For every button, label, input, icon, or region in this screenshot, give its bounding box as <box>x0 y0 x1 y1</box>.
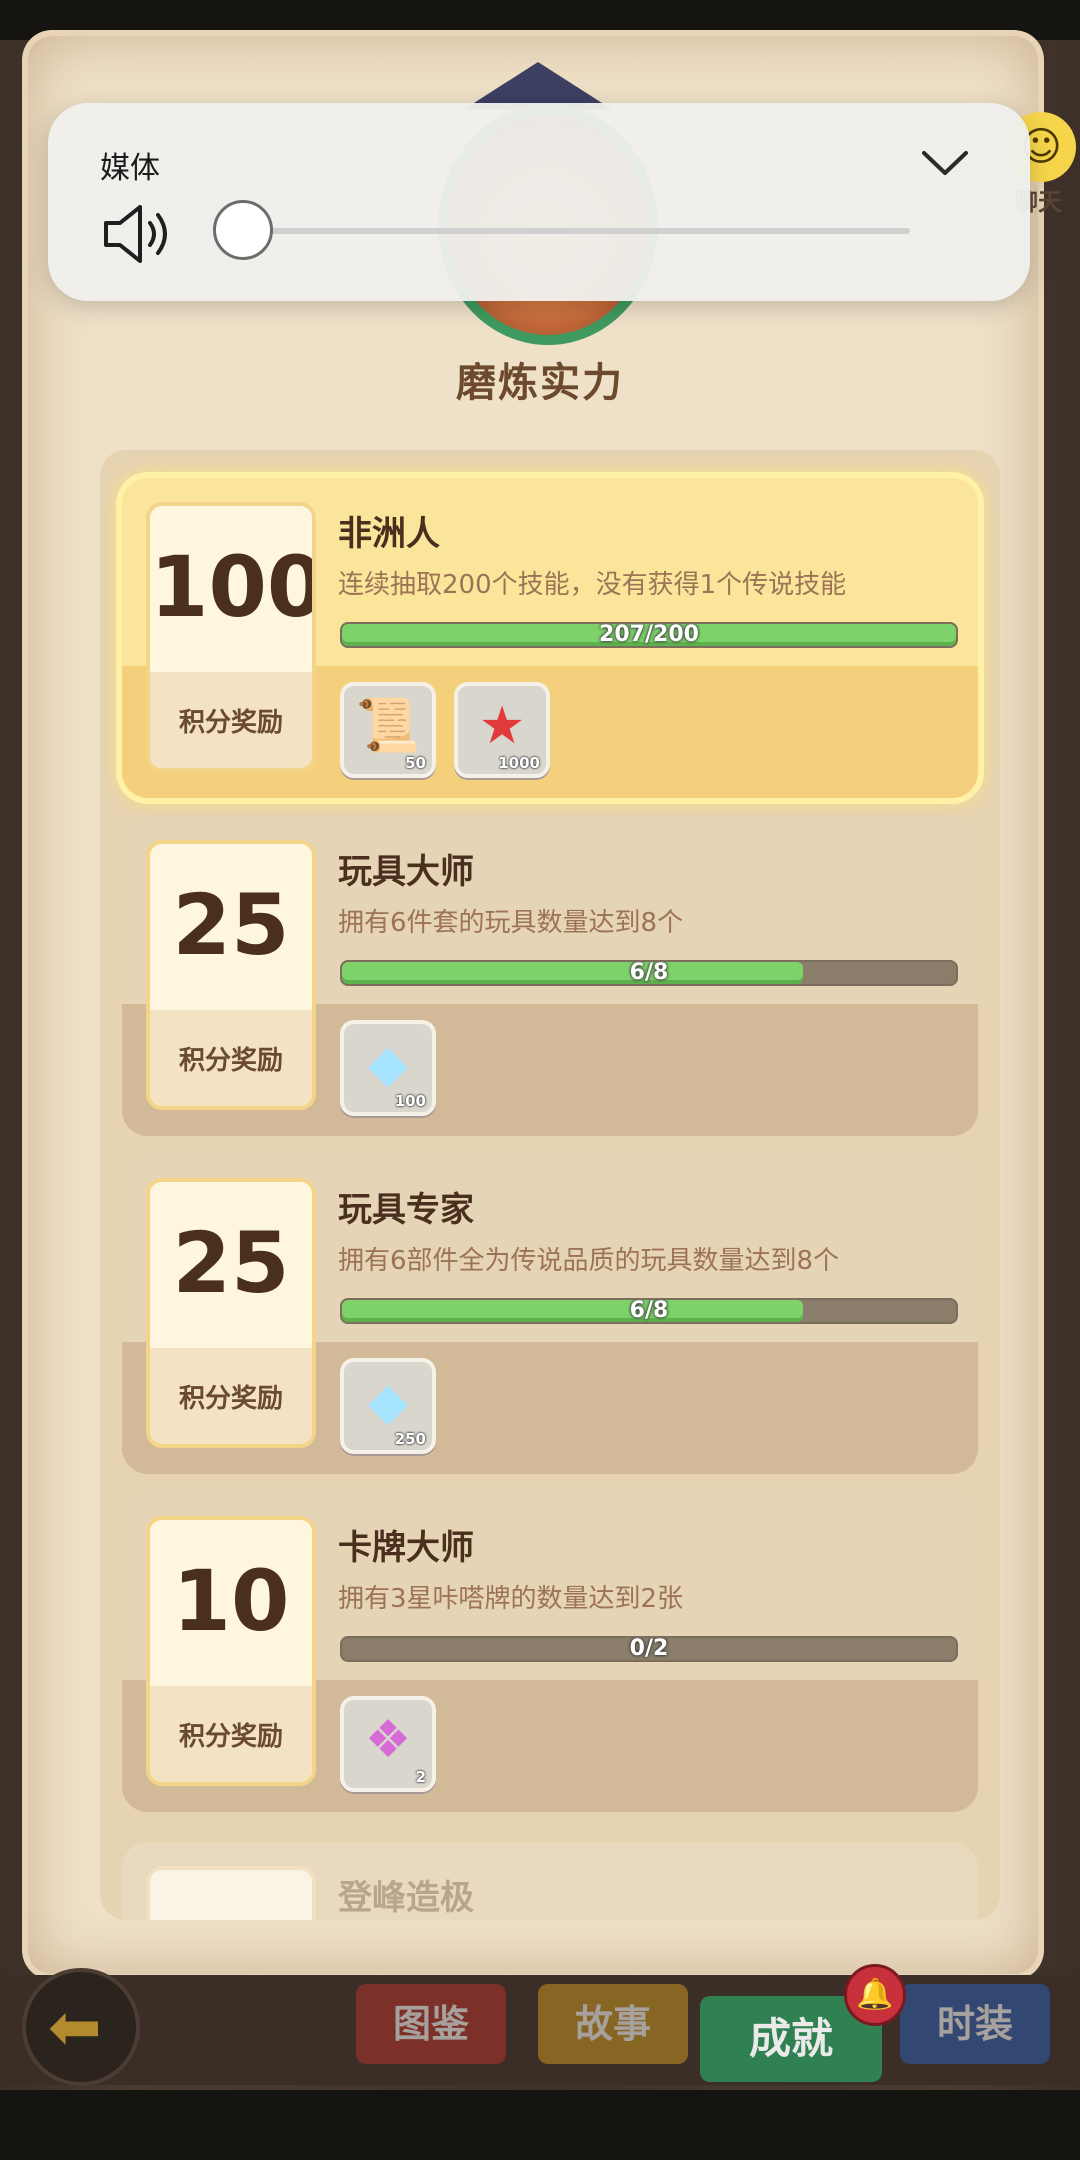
points-label: 积分奖励 <box>178 1722 283 1752</box>
points-value: 25 <box>172 876 290 974</box>
achievement-card[interactable]: 25 积分奖励 玩具专家 拥有6部件全为传说品质的玩具数量达到8个 6/8 ◆ … <box>122 1154 978 1474</box>
achievement-title: 非洲人 <box>338 514 440 554</box>
points-label: 积分奖励 <box>178 1384 283 1414</box>
reward-item[interactable]: ◆ 250 <box>340 1358 436 1454</box>
progress-bar: 207/200 <box>340 622 958 648</box>
volume-slider-track[interactable] <box>228 228 910 234</box>
gem-icon: ◆ <box>368 1372 408 1432</box>
card-icon: ❖ <box>364 1710 412 1770</box>
reward-qty: 2 <box>415 1768 426 1786</box>
tab-story[interactable]: 故事 <box>538 1984 688 2064</box>
points-box: 25 积分奖励 <box>146 840 316 1110</box>
status-strip <box>0 0 1080 40</box>
back-arrow-icon: ⬅ <box>48 1991 102 2065</box>
achievement-description: 拥有3星咔嗒牌的数量达到2张 <box>338 1584 684 1614</box>
reward-qty: 1000 <box>498 754 540 772</box>
chevron-down-icon[interactable] <box>920 143 970 183</box>
points-box: 10 积分奖励 <box>146 1516 316 1786</box>
system-bottom-strip <box>0 2090 1080 2160</box>
speaker-icon[interactable] <box>100 199 172 269</box>
points-box: 100 积分奖励 <box>146 502 316 772</box>
page-title: 磨炼实力 <box>456 360 624 406</box>
bell-icon: 🔔 <box>844 1964 906 2026</box>
tab-costume[interactable]: 时装 <box>900 1984 1050 2064</box>
points-box-partial <box>146 1866 316 1920</box>
progress-text: 207/200 <box>599 622 699 647</box>
achievement-title: 卡牌大师 <box>338 1528 474 1568</box>
points-value: 100 <box>150 538 316 636</box>
gem-icon: ◆ <box>368 1034 408 1094</box>
achievement-list[interactable]: 100 积分奖励 非洲人 连续抽取200个技能，没有获得1个传说技能 207/2… <box>100 450 1000 1920</box>
points-box: 25 积分奖励 <box>146 1178 316 1448</box>
progress-bar: 0/2 <box>340 1636 958 1662</box>
achievement-title-partial: 登峰造极 <box>338 1878 474 1918</box>
progress-bar: 6/8 <box>340 1298 958 1324</box>
points-value: 10 <box>172 1552 290 1650</box>
achievement-title: 玩具大师 <box>338 852 474 892</box>
reward-qty: 100 <box>394 1092 426 1110</box>
points-label: 积分奖励 <box>178 1046 283 1076</box>
reward-item[interactable]: ◆ 100 <box>340 1020 436 1116</box>
reward-qty: 50 <box>405 754 426 772</box>
volume-slider-thumb[interactable] <box>213 200 273 260</box>
achievement-description: 拥有6部件全为传说品质的玩具数量达到8个 <box>338 1246 840 1276</box>
reward-item[interactable]: ★ 1000 <box>454 682 550 778</box>
achievement-description: 连续抽取200个技能，没有获得1个传说技能 <box>338 570 847 600</box>
media-volume-panel: 媒体 <box>48 103 1030 301</box>
tab-atlas[interactable]: 图鉴 <box>356 1984 506 2064</box>
achievement-card[interactable]: 25 积分奖励 玩具大师 拥有6件套的玩具数量达到8个 6/8 ◆ 100 <box>122 816 978 1136</box>
reward-item[interactable]: 📜 50 <box>340 682 436 778</box>
scroll-icon: 📜 <box>355 696 421 756</box>
achievement-description: 拥有6件套的玩具数量达到8个 <box>338 908 684 938</box>
back-button[interactable]: ⬅ <box>22 1968 140 2086</box>
progress-text: 6/8 <box>629 960 669 985</box>
progress-bar: 6/8 <box>340 960 958 986</box>
progress-text: 0/2 <box>629 1636 669 1661</box>
points-label: 积分奖励 <box>178 708 283 738</box>
starfish-icon: ★ <box>478 696 526 756</box>
achievement-card[interactable]: 100 积分奖励 非洲人 连续抽取200个技能，没有获得1个传说技能 207/2… <box>122 478 978 798</box>
points-value: 25 <box>172 1214 290 1312</box>
achievement-card[interactable]: 10 积分奖励 卡牌大师 拥有3星咔嗒牌的数量达到2张 0/2 ❖ 2 <box>122 1492 978 1812</box>
media-label: 媒体 <box>100 151 160 186</box>
progress-text: 6/8 <box>629 1298 669 1323</box>
reward-item[interactable]: ❖ 2 <box>340 1696 436 1792</box>
achievement-title: 玩具专家 <box>338 1190 474 1230</box>
reward-qty: 250 <box>394 1430 426 1448</box>
